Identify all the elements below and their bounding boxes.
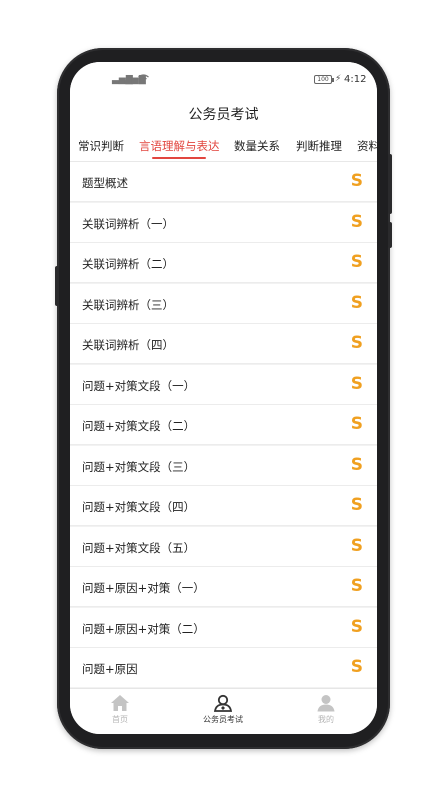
coin-icon: S [350, 576, 363, 596]
nav-me[interactable]: 我的 [296, 694, 356, 725]
list-item-label: 问题+原因+对策（一） [82, 581, 205, 595]
tab-common-sense[interactable]: 常识判断 [78, 138, 124, 154]
header: 公务员考试 [70, 96, 377, 130]
list-item-label: 关联词辨析（一） [82, 216, 174, 231]
list-item-label: 问题+对策文段（三） [82, 459, 196, 474]
list-item-label: 问题+对策文段（四） [82, 500, 196, 514]
list-item[interactable]: 问题+对策文段（四） S [70, 486, 377, 526]
status-bar: ▃▅▇ ▃▅▇ 100 ⚡ 4:12 [70, 62, 377, 96]
coin-icon: S [350, 211, 363, 232]
tab-verbal-comprehension[interactable]: 言语理解与表达 [139, 138, 220, 154]
coin-icon: S [350, 454, 363, 475]
list-item-label: 问题+对策文段（二） [82, 419, 196, 433]
list-item-label: 问题+对策文段（五） [82, 540, 196, 555]
coin-icon: S [350, 252, 363, 272]
coin-icon: S [350, 616, 363, 637]
page-title: 公务员考试 [188, 107, 259, 123]
list-item[interactable]: 问题+对策文段（五） S [70, 526, 377, 567]
list-item-label: 问题+对策文段（一） [82, 378, 196, 393]
list-item[interactable]: 问题+原因 S [70, 648, 377, 687]
status-time: 4:12 [344, 74, 367, 85]
nav-exam[interactable]: 公务员考试 [193, 694, 253, 725]
battery-icon: 100 [314, 75, 334, 84]
volume-button [388, 154, 392, 214]
list-item[interactable]: 问题+对策文段（二） S [70, 405, 377, 445]
list-item-label: 题型概述 [82, 176, 128, 190]
coin-icon: S [350, 657, 363, 677]
wifi-icon [138, 74, 149, 86]
tab-reasoning[interactable]: 判断推理 [296, 138, 342, 154]
list-item-label: 问题+原因 [82, 662, 138, 676]
list-item-label: 问题+原因+对策（二） [82, 621, 205, 636]
active-tab-indicator [152, 157, 206, 159]
coin-icon: S [350, 333, 363, 353]
charging-icon: ⚡ [335, 74, 342, 84]
nav-exam-label: 公务员考试 [203, 715, 243, 724]
power-button [388, 222, 392, 248]
list-item[interactable]: 问题+原因+对策（二） S [70, 607, 377, 648]
coin-icon: S [350, 171, 363, 191]
nav-me-label: 我的 [318, 715, 334, 724]
list-item[interactable]: 关联词辨析（三） S [70, 283, 377, 324]
tab-quantitative[interactable]: 数量关系 [234, 138, 280, 154]
nav-home[interactable]: 首页 [90, 694, 150, 725]
side-button [55, 266, 59, 306]
coin-icon: S [350, 292, 363, 313]
nav-home-label: 首页 [112, 715, 128, 724]
bottom-nav: 首页 公务员考试 我的 [70, 688, 377, 734]
home-icon [111, 695, 129, 711]
coin-icon: S [350, 495, 363, 515]
list-item[interactable]: 问题+对策文段（三） S [70, 445, 377, 486]
app-screen: ▃▅▇ ▃▅▇ 100 ⚡ 4:12 公务员考试 常识判断 言语理解与表达 数量… [70, 62, 377, 734]
lesson-list: 题型概述 S 关联词辨析（一） S 关联词辨析（二） S 关联词辨析（三） S 关联词辨… [70, 162, 377, 687]
list-item-label: 关联词辨析（四） [82, 338, 174, 352]
category-tabs: 常识判断 言语理解与表达 数量关系 判断推理 资料 [70, 130, 377, 162]
coin-icon: S [350, 414, 363, 434]
coin-icon: S [350, 373, 363, 394]
person-icon [317, 695, 335, 712]
coin-icon: S [350, 535, 363, 556]
list-item[interactable]: 问题+原因+对策（一） S [70, 567, 377, 607]
list-item-label: 关联词辨析（三） [82, 297, 174, 312]
list-item[interactable]: 关联词辨析（一） S [70, 202, 377, 243]
exam-user-icon [213, 694, 233, 712]
tab-data-analysis[interactable]: 资料 [357, 138, 377, 154]
list-item[interactable]: 关联词辨析（二） S [70, 243, 377, 283]
list-item-label: 关联词辨析（二） [82, 257, 174, 271]
list-item[interactable]: 问题+对策文段（一） S [70, 364, 377, 405]
list-item[interactable]: 关联词辨析（四） S [70, 324, 377, 364]
list-item[interactable]: 题型概述 S [70, 162, 377, 202]
